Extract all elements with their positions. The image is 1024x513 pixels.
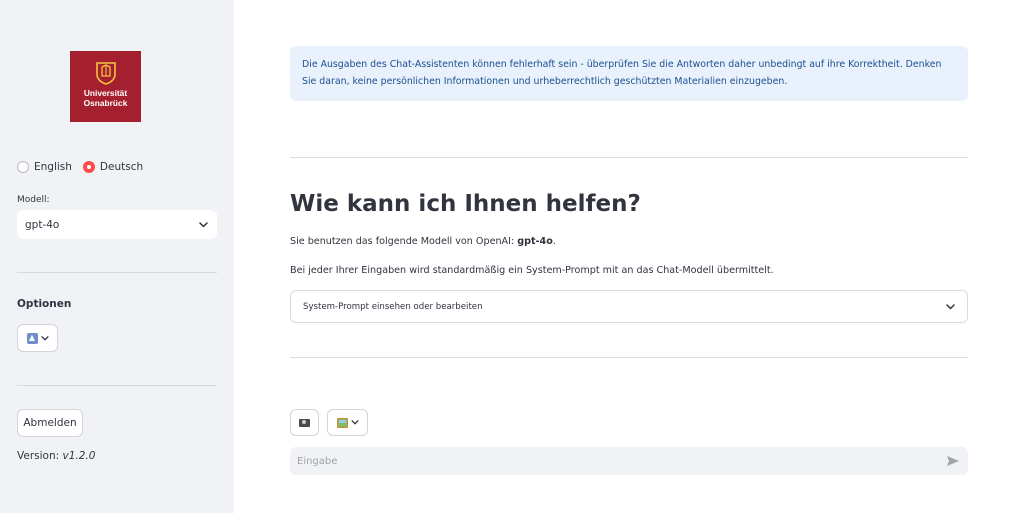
chat-input[interactable]	[297, 455, 897, 467]
model-label: Modell:	[17, 195, 50, 205]
send-icon[interactable]	[945, 453, 961, 469]
system-prompt-expander[interactable]: System-Prompt einsehen oder bearbeiten	[290, 290, 968, 323]
sidebar-divider	[17, 385, 217, 386]
radio-circle-english	[17, 161, 29, 173]
radio-circle-deutsch	[82, 161, 95, 173]
disclaimer-info-box: Die Ausgaben des Chat-Assistenten können…	[290, 46, 968, 101]
model-info-text: Sie benutzen das folgende Modell von Ope…	[290, 236, 556, 247]
model-select-value: gpt-4o	[25, 218, 60, 231]
chevron-down-icon	[946, 303, 955, 309]
version-value: v1.2.0	[62, 450, 96, 462]
version-text: Version: v1.2.0	[17, 450, 95, 462]
university-crest-icon	[95, 62, 116, 85]
system-prompt-info-text: Bei jeder Ihrer Eingaben wird standardmä…	[290, 265, 774, 276]
chevron-down-icon	[198, 220, 208, 230]
main-divider	[290, 157, 968, 158]
page-title: Wie kann ich Ihnen helfen?	[290, 191, 641, 217]
main-divider	[290, 357, 968, 358]
logout-button[interactable]: Abmelden	[17, 409, 83, 437]
chevron-down-icon	[40, 335, 49, 340]
radio-label-english: English	[34, 161, 72, 173]
upload-options-button[interactable]: ▲	[17, 324, 58, 352]
camera-button[interactable]	[290, 409, 319, 436]
chat-input-bar	[290, 447, 968, 475]
camera-icon	[299, 418, 310, 427]
radio-deutsch[interactable]: Deutsch	[82, 161, 144, 173]
model-select[interactable]: gpt-4o	[17, 210, 217, 239]
sidebar: Universität Osnabrück English Deutsch Mo…	[0, 0, 234, 513]
logo-line-2: Osnabrück	[83, 97, 128, 108]
university-logo: Universität Osnabrück	[70, 51, 141, 122]
upload-icon: ▲	[26, 332, 38, 344]
version-prefix: Version:	[17, 450, 63, 462]
expander-label: System-Prompt einsehen oder bearbeiten	[303, 301, 483, 312]
options-title: Optionen	[17, 298, 72, 310]
image-icon	[336, 417, 348, 428]
radio-english[interactable]: English	[17, 161, 72, 173]
model-info-model: gpt-4o	[517, 236, 553, 247]
model-info-suffix: .	[552, 236, 556, 247]
image-upload-button[interactable]	[327, 409, 368, 436]
sidebar-divider	[17, 272, 217, 273]
language-radio-group: English Deutsch	[17, 161, 154, 173]
radio-label-deutsch: Deutsch	[99, 161, 144, 173]
model-info-prefix: Sie benutzen das folgende Modell von Ope…	[290, 236, 518, 247]
chevron-down-icon	[350, 420, 359, 425]
